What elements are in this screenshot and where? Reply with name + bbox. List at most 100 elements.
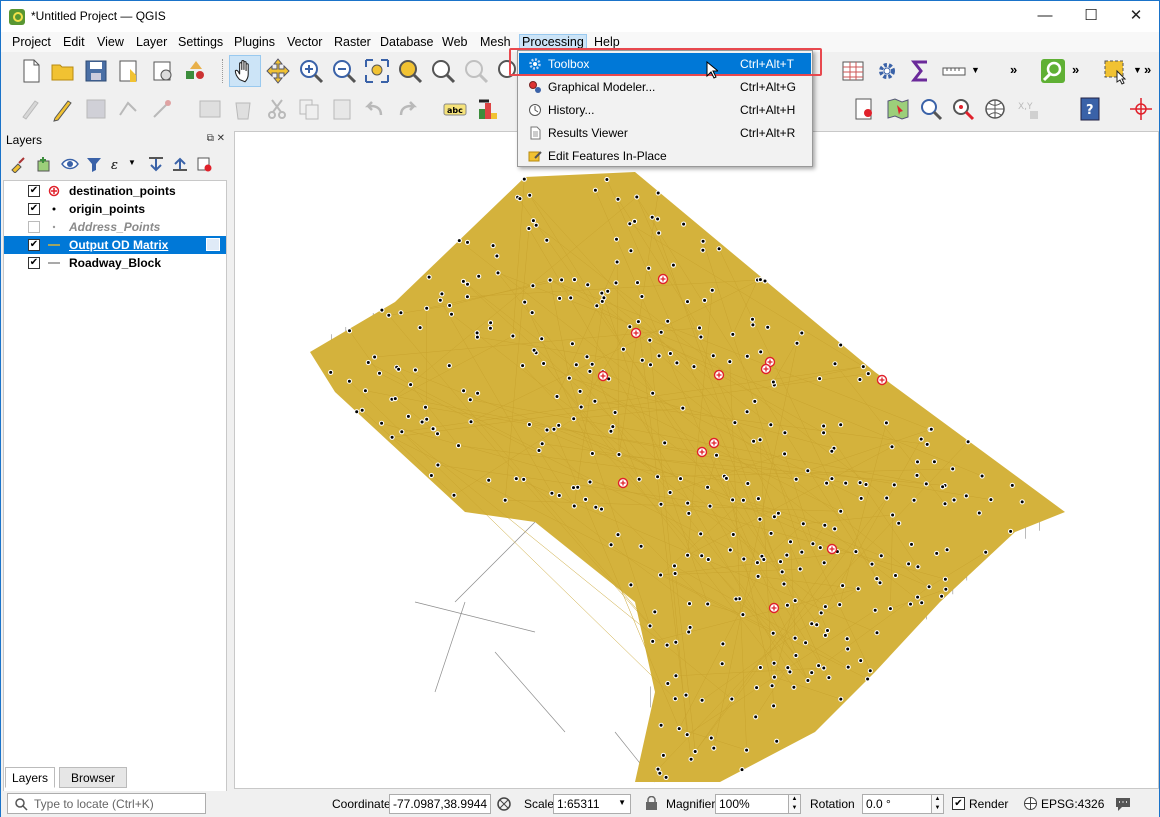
copy-features-icon[interactable] [295, 95, 323, 123]
filter-legend-icon[interactable] [85, 155, 103, 173]
layer-visibility-checkbox[interactable]: ✔ [28, 257, 40, 269]
current-edits-icon[interactable] [17, 95, 45, 123]
redo-icon[interactable] [393, 95, 421, 123]
rotation-field[interactable]: 0.0 ° [862, 794, 932, 814]
scale-combobox[interactable]: 1:65311 ▼ [553, 794, 631, 814]
delete-selected-icon[interactable] [229, 95, 257, 123]
panel-float-close-buttons[interactable]: ⧉ ✕ [207, 133, 225, 144]
save-edits-icon[interactable] [82, 95, 110, 123]
measure-dropdown-arrow[interactable]: ▼ [971, 65, 980, 75]
layer-visibility-checkbox[interactable]: ✔ [28, 185, 40, 197]
menu-vector[interactable]: Vector [285, 34, 324, 51]
lock-icon[interactable] [645, 796, 658, 811]
zoom-to-selection-icon[interactable] [396, 57, 424, 85]
paste-features-icon[interactable] [328, 95, 356, 123]
menu-settings[interactable]: Settings [176, 34, 225, 51]
zoom-native-icon[interactable] [462, 57, 490, 85]
toggle-editing-icon[interactable] [49, 95, 77, 123]
new-print-layout-icon[interactable] [115, 57, 143, 85]
layer-visibility-checkbox[interactable]: ✔ [28, 239, 40, 251]
menu-item-results-viewer[interactable]: Results Viewer Ctrl+Alt+R [519, 122, 811, 144]
toolbar-overflow-icon[interactable]: » [1010, 62, 1017, 77]
render-checkbox[interactable]: ✔ [952, 797, 965, 810]
pan-to-selection-icon[interactable] [264, 57, 292, 85]
search-features-icon[interactable] [917, 95, 945, 123]
menu-item-graphical-modeler[interactable]: Graphical Modeler... Ctrl+Alt+G [519, 76, 811, 98]
toolbar-overflow-icon-3[interactable]: » [1144, 62, 1151, 77]
crosshair-icon[interactable] [1127, 95, 1155, 123]
tab-layers[interactable]: Layers [5, 767, 56, 788]
filter-expression-icon[interactable]: ε [109, 155, 127, 173]
pan-map-button[interactable] [229, 55, 261, 87]
expand-all-icon[interactable] [147, 155, 165, 173]
close-button[interactable]: ✕ [1113, 1, 1159, 32]
remove-layer-icon[interactable] [195, 155, 213, 173]
cut-features-icon[interactable] [263, 95, 291, 123]
coordinate-capture-icon[interactable]: X,Y [1014, 95, 1042, 123]
minimize-button[interactable]: — [1022, 1, 1068, 32]
layer-row-roadway-block[interactable]: ✔ Roadway_Block [4, 254, 226, 272]
layer-row-output-od-matrix[interactable]: ✔ Output OD Matrix [4, 236, 226, 254]
menu-database[interactable]: Database [378, 34, 436, 51]
statistics-sigma-icon[interactable] [907, 57, 935, 85]
crs-button[interactable]: EPSG:4326 [1041, 797, 1104, 811]
processing-toolbox-icon[interactable] [873, 57, 901, 85]
style-manager-icon[interactable] [182, 57, 210, 85]
globe-icon[interactable] [981, 95, 1009, 123]
zoom-in-icon[interactable] [297, 57, 325, 85]
collapse-all-icon[interactable] [171, 155, 189, 173]
menu-item-edit-features-in-place[interactable]: Edit Features In-Place [519, 145, 811, 167]
zoom-full-icon[interactable] [363, 57, 391, 85]
menu-plugins[interactable]: Plugins [232, 34, 277, 51]
menu-project[interactable]: Project [10, 34, 53, 51]
add-group-icon[interactable] [35, 155, 53, 173]
magnifier-field[interactable]: 100% [715, 794, 789, 814]
vertex-tool-icon[interactable] [149, 95, 177, 123]
open-project-icon[interactable] [49, 57, 77, 85]
layer-visibility-checkbox[interactable] [28, 221, 40, 233]
layer-row-destination-points[interactable]: ✔ destination_points [4, 182, 226, 200]
select-by-location-icon[interactable] [949, 95, 977, 123]
menu-raster[interactable]: Raster [332, 34, 373, 51]
identify-features-icon[interactable] [850, 95, 878, 123]
toggle-extents-icon[interactable] [495, 795, 513, 813]
attribute-table-icon[interactable] [839, 57, 867, 85]
zoom-to-layer-icon[interactable] [429, 57, 457, 85]
diagram-chart-icon[interactable] [474, 95, 502, 123]
magnifier-spinner[interactable]: ▲ ▼ [788, 794, 801, 814]
messages-icon[interactable] [1114, 795, 1132, 813]
layer-row-address-points[interactable]: Address_Points [4, 218, 226, 236]
layout-manager-icon[interactable] [149, 57, 177, 85]
toolbar-overflow-icon-2[interactable]: » [1072, 62, 1079, 77]
menu-web[interactable]: Web [440, 34, 469, 51]
layer-row-origin-points[interactable]: ✔ origin_points [4, 200, 226, 218]
digitize-icon[interactable] [115, 95, 143, 123]
rotation-spinner[interactable]: ▲ ▼ [931, 794, 944, 814]
filter-dropdown-arrow[interactable]: ▼ [128, 158, 136, 167]
menu-edit[interactable]: Edit [61, 34, 87, 51]
select-dropdown-arrow[interactable]: ▼ [1133, 65, 1142, 75]
menu-view[interactable]: View [95, 34, 126, 51]
measure-line-icon[interactable] [940, 57, 968, 85]
coordinate-field[interactable]: -77.0987,38.9944 [389, 794, 491, 814]
menu-mesh[interactable]: Mesh [478, 34, 513, 51]
select-features-icon[interactable] [1101, 57, 1129, 85]
map-tips-icon[interactable] [884, 95, 912, 123]
zoom-out-icon[interactable] [330, 57, 358, 85]
locate-search-icon[interactable] [1039, 57, 1067, 85]
maximize-button[interactable]: ☐ [1068, 1, 1114, 32]
style-brush-icon[interactable] [9, 155, 27, 173]
save-project-icon[interactable] [82, 57, 110, 85]
layer-visibility-checkbox[interactable]: ✔ [28, 203, 40, 215]
eye-visibility-icon[interactable] [61, 155, 79, 173]
new-project-icon[interactable] [17, 57, 45, 85]
modify-attributes-icon[interactable] [196, 95, 224, 123]
map-canvas[interactable] [234, 131, 1159, 789]
menu-layer[interactable]: Layer [134, 34, 169, 51]
menu-item-history[interactable]: History... Ctrl+Alt+H [519, 99, 811, 121]
tab-browser[interactable]: Browser [59, 767, 128, 788]
label-abc-icon[interactable]: abc [441, 95, 469, 123]
help-contents-icon[interactable]: ? [1076, 95, 1104, 123]
locator-search-input[interactable]: Type to locate (Ctrl+K) [7, 793, 206, 814]
undo-icon[interactable] [361, 95, 389, 123]
